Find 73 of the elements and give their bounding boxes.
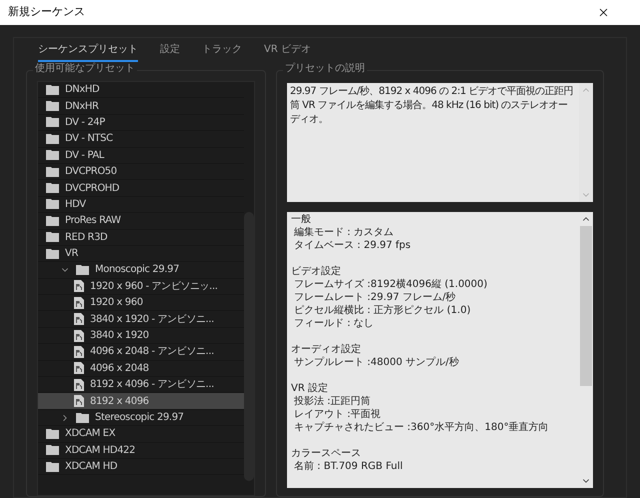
folder-icon (46, 150, 59, 160)
panel-title: 使用可能なプリセット (33, 64, 137, 74)
window-title: 新規シーケンス (8, 4, 85, 20)
tab[interactable]: トラック (202, 42, 242, 62)
tree-item[interactable]: 4096 x 2048 (38, 360, 244, 378)
folder-icon (46, 117, 59, 128)
document-icon (74, 313, 84, 326)
document-icon (74, 346, 84, 358)
folder-icon (46, 101, 59, 112)
folder-icon (46, 199, 59, 210)
tree-item[interactable]: ProRes RAW (38, 213, 244, 230)
setting-line: 編集モード : カスタム (293, 226, 395, 239)
setting-line: レイアウト :平面視 (293, 408, 382, 421)
tree-item[interactable]: DV - NTSC (38, 131, 244, 148)
folder-icon (46, 428, 59, 439)
description-text: 29.97 フレーム/秒、8192 x 4096 の 2:1 ビデオで平面視の正距円筒 VR ファイルを編集する場合。48 kHz (16 bit) のステレオオーディオ。 (289, 84, 574, 127)
folder-icon (76, 412, 89, 422)
tab[interactable]: シーケンスプリセット (38, 42, 138, 62)
setting-line: サンプルレート :48000 サンプル/秒 (293, 356, 460, 369)
tree-item[interactable]: Stereoscopic 29.97 (38, 410, 244, 426)
folder-icon (46, 84, 59, 95)
tree-item[interactable]: 8192 x 4096 (38, 393, 244, 410)
section-heading: カラースペース (291, 447, 362, 460)
tree-item[interactable]: DV - PAL (38, 148, 244, 164)
tree-item[interactable]: XDCAM EX (38, 426, 244, 443)
folder-icon (46, 166, 59, 177)
tree-item[interactable]: DVCPROHD (38, 180, 244, 197)
setting-line: ピクセル縦横比 : 正方形ピクセル (1.0) (293, 304, 472, 317)
tree-item[interactable]: DVCPRO50 (38, 164, 244, 180)
tree-item[interactable]: RED R3D (38, 230, 244, 246)
tree-item[interactable]: DNxHR (38, 98, 244, 115)
tree-item[interactable]: DNxHD (38, 82, 244, 98)
tree-item[interactable]: VR (38, 246, 244, 262)
panel-title: プリセットの説明 (283, 64, 367, 74)
folder-icon (46, 183, 59, 194)
document-icon (74, 280, 84, 292)
tab[interactable]: 設定 (160, 42, 180, 62)
setting-line: フレームレート :29.97 フレーム/秒 (293, 291, 457, 304)
section-heading: オーディオ設定 (291, 343, 362, 356)
folder-icon (46, 445, 59, 456)
tab[interactable]: VR ビデオ (264, 42, 311, 62)
folder-icon (46, 462, 59, 472)
tree-item[interactable]: HDV (38, 196, 244, 214)
tree-item[interactable]: 3840 x 1920 (38, 328, 244, 344)
setting-line: タイムベース : 29.97 fps (293, 239, 412, 252)
tree-item[interactable]: Monoscopic 29.97 (38, 262, 244, 279)
document-icon (74, 330, 84, 342)
folder-icon (46, 232, 59, 242)
document-icon (74, 296, 84, 309)
section-heading: 一般 (291, 213, 312, 226)
setting-line: 名前 : BT.709 RGB Full (293, 460, 404, 473)
setting-line: キャプチャされたビュー :360°水平方向、180°垂直方向 (293, 421, 550, 434)
tree-item[interactable]: 1920 x 960 - アンビソニッ... (38, 278, 244, 296)
tree-item[interactable]: 1920 x 960 (38, 295, 244, 312)
folder-icon (46, 216, 59, 226)
document-icon (74, 362, 84, 374)
setting-line: フレームサイズ :8192横4096縦 (1.0000) (293, 278, 488, 291)
folder-icon (46, 134, 59, 144)
section-heading: ビデオ設定 (291, 265, 342, 278)
scrollbar-thumb[interactable] (580, 226, 592, 386)
document-icon (74, 378, 84, 391)
close-icon[interactable] (597, 6, 610, 19)
section-heading: VR 設定 (291, 382, 329, 395)
tree-item[interactable]: DV - 24P (38, 114, 244, 132)
setting-line: フィールド : なし (293, 317, 375, 330)
tree-item[interactable]: XDCAM HD422 (38, 442, 244, 459)
setting-line: 投影法 :正距円筒 (293, 395, 372, 408)
tree-item[interactable]: 3840 x 1920 - アンビソニ... (38, 311, 244, 328)
tree-item[interactable]: 4096 x 2048 - アンビソニ... (38, 344, 244, 361)
folder-icon (76, 264, 89, 275)
folder-icon (46, 248, 59, 259)
document-icon (74, 395, 84, 408)
tree-item[interactable]: XDCAM HD (38, 458, 244, 476)
